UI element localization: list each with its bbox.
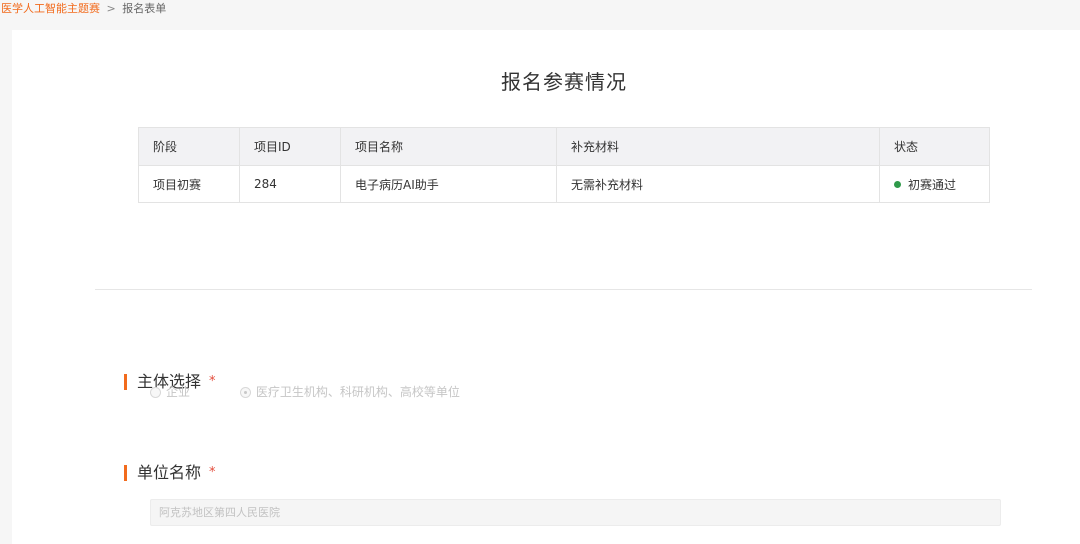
- column-header-project-name: 项目名称: [340, 127, 557, 166]
- breadcrumb-parent-link[interactable]: 医学人工智能主题赛: [1, 2, 100, 15]
- table-header-row: 阶段 项目ID 项目名称 补充材料 状态: [138, 127, 990, 166]
- cell-materials: 无需补充材料: [556, 165, 880, 203]
- radio-checked-icon: [239, 387, 251, 398]
- entity-radio-group: 企业 医疗卫生机构、科研机构、高校等单位: [150, 383, 506, 400]
- section-divider: [95, 289, 1032, 290]
- radio-option-institution[interactable]: 医疗卫生机构、科研机构、高校等单位: [239, 383, 460, 400]
- breadcrumb-current: 报名表单: [122, 2, 167, 15]
- cell-project-id: 284: [239, 165, 341, 203]
- breadcrumb: 医学人工智能主题赛 > 报名表单: [0, 0, 166, 20]
- radio-label-institution: 医疗卫生机构、科研机构、高校等单位: [255, 385, 460, 399]
- required-mark: *: [209, 465, 216, 480]
- column-header-status: 状态: [879, 127, 990, 166]
- radio-option-enterprise[interactable]: 企业: [150, 383, 190, 400]
- page-title: 报名参赛情况: [501, 70, 627, 94]
- cell-status: 初赛通过: [879, 165, 990, 203]
- breadcrumb-separator: >: [106, 2, 116, 15]
- section-accent-bar: [124, 374, 127, 390]
- section-accent-bar: [124, 465, 127, 481]
- unit-name-input[interactable]: 阿克苏地区第四人民医院: [150, 499, 1001, 526]
- cell-stage: 项目初赛: [138, 165, 240, 203]
- column-header-project-id: 项目ID: [239, 127, 341, 166]
- cell-project-name: 电子病历AI助手: [340, 165, 557, 203]
- column-header-stage: 阶段: [138, 127, 240, 166]
- table-row: 项目初赛 284 电子病历AI助手 无需补充材料 初赛通过: [138, 165, 990, 203]
- radio-label-enterprise: 企业: [166, 385, 191, 399]
- radio-unchecked-icon: [150, 387, 161, 398]
- section-label-unit-name: 单位名称: [137, 463, 202, 482]
- column-header-materials: 补充材料: [556, 127, 880, 166]
- status-dot-icon: [894, 180, 901, 188]
- status-text: 初赛通过: [908, 177, 957, 192]
- section-title-unit-name: 单位名称 *: [124, 463, 216, 483]
- registration-status-table: 阶段 项目ID 项目名称 补充材料 状态 项目初赛 284 电子病历AI助手 无…: [138, 127, 990, 203]
